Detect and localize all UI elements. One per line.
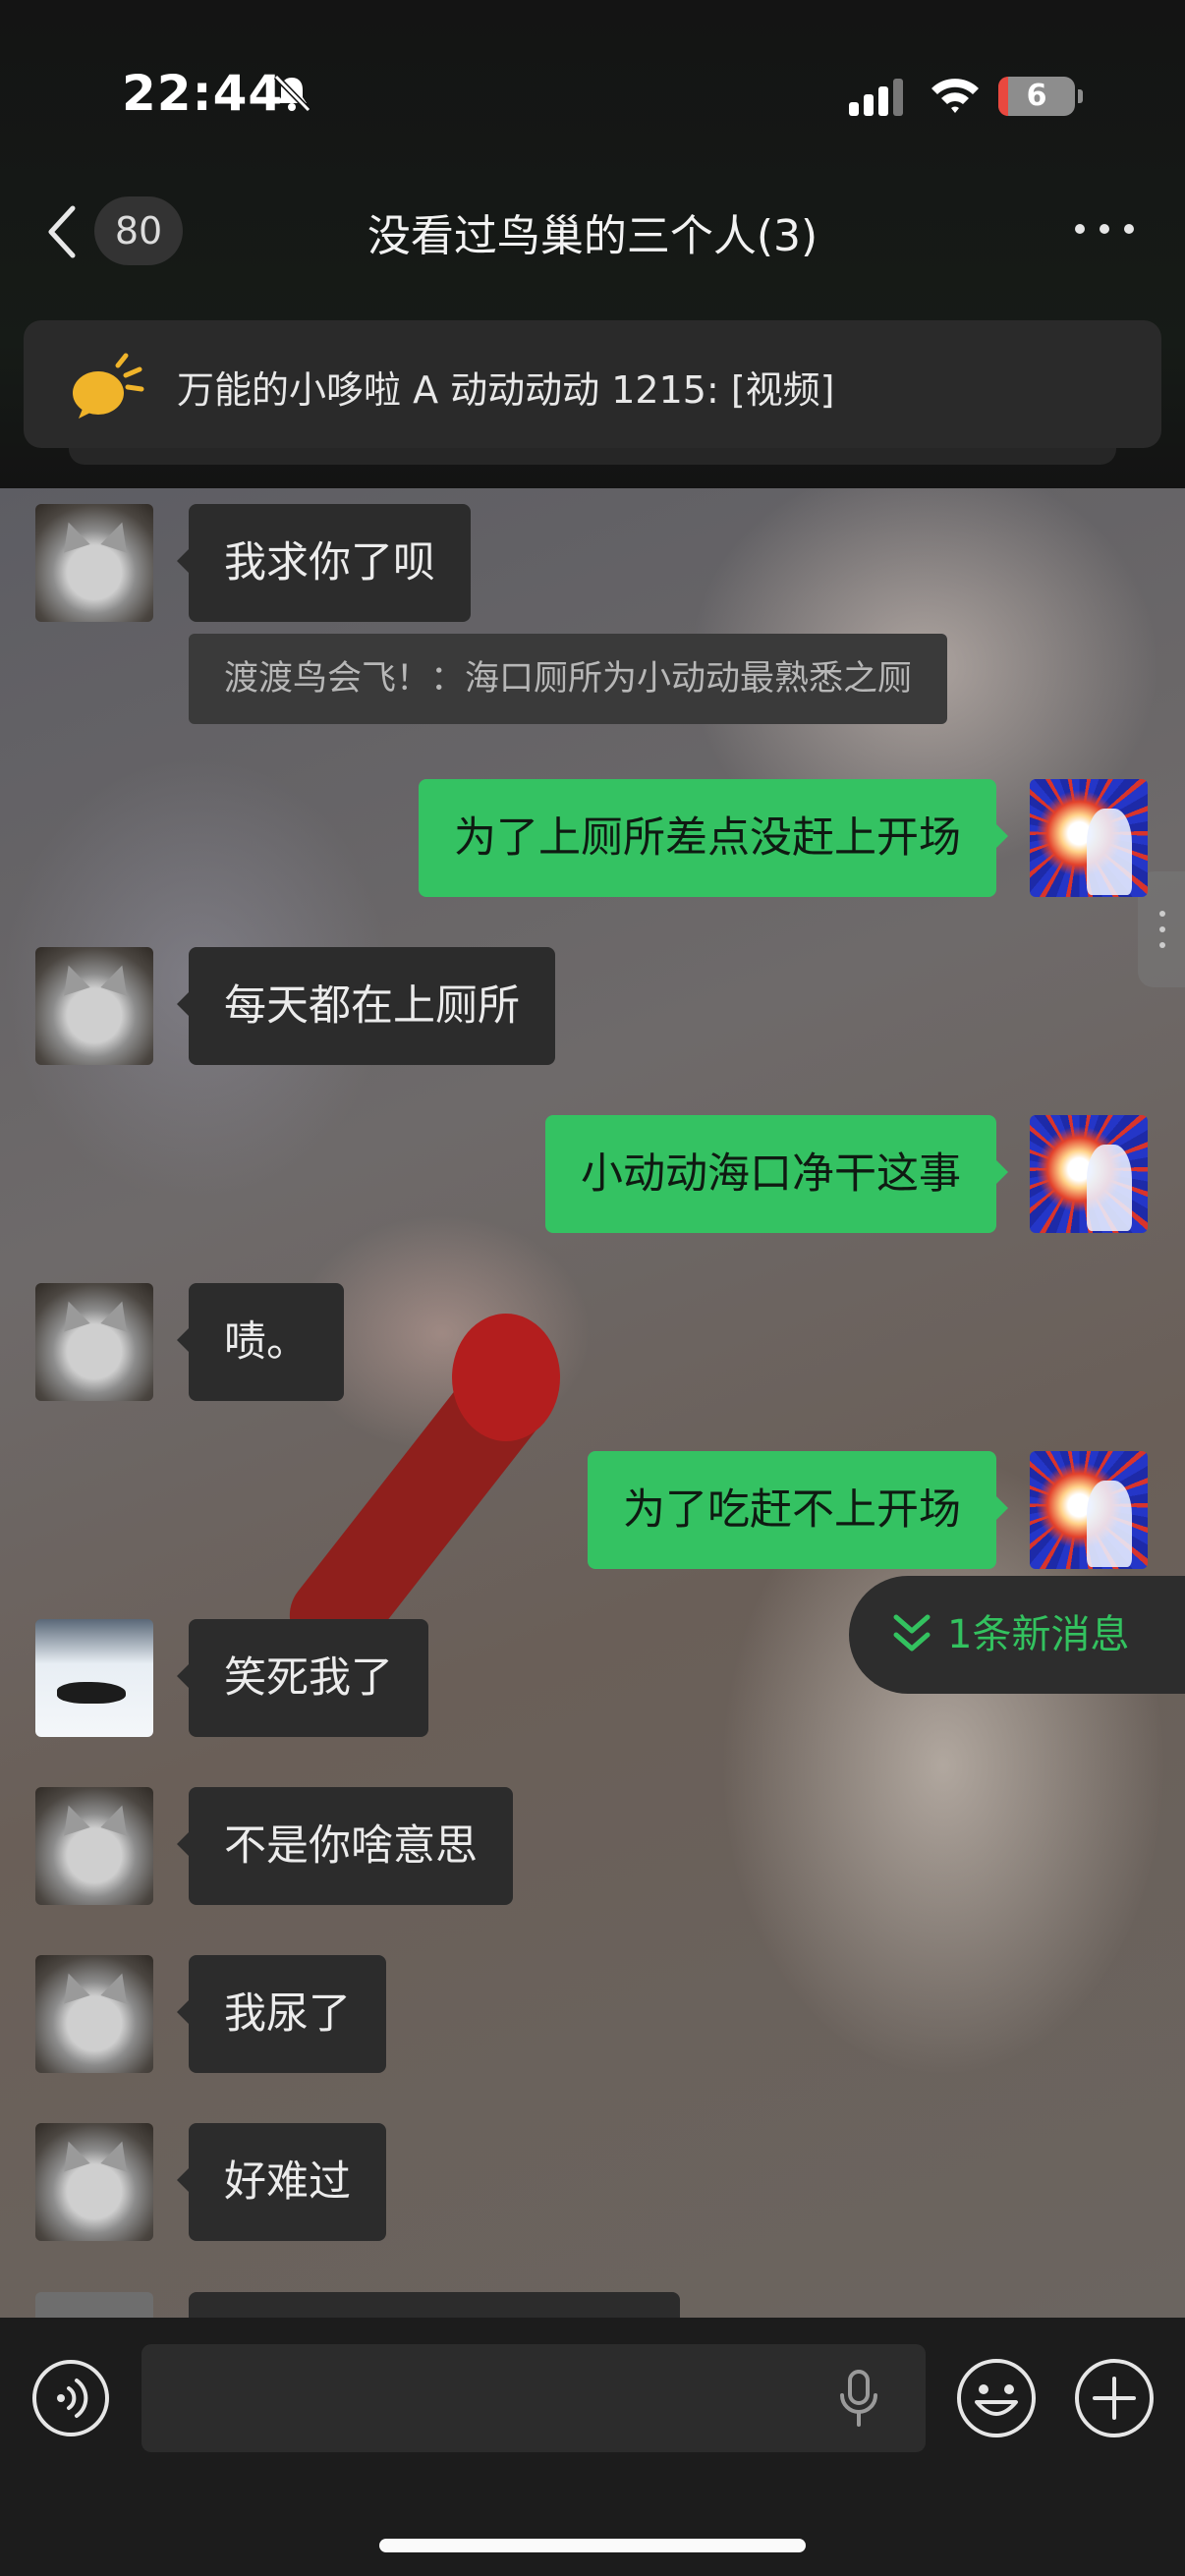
- chat-title: 没看过鸟巢的三个人(3): [367, 211, 818, 261]
- incoming-message-bubble[interactable]: 不是你啥意思: [177, 1787, 513, 1905]
- more-dots-icon[interactable]: [1075, 218, 1134, 242]
- cat-avatar[interactable]: [35, 2292, 153, 2318]
- outgoing-message-bubble[interactable]: 为了上厕所差点没赶上开场: [419, 779, 1008, 897]
- new-messages-label: 1条新消息: [947, 1612, 1130, 1657]
- new-messages-button[interactable]: 1条新消息: [849, 1576, 1185, 1694]
- battery-cap: [1078, 89, 1083, 103]
- self-avatar[interactable]: [1030, 779, 1148, 897]
- wifi-icon: [931, 79, 979, 113]
- status-bar: 22:44 6: [0, 0, 1185, 187]
- double-chevron-down-icon: [893, 1614, 931, 1652]
- incoming-message-bubble[interactable]: 每天都在上厕所: [177, 947, 555, 1065]
- bell-off-icon: [273, 74, 311, 113]
- incoming-message-bubble[interactable]: 我尿了: [177, 1955, 386, 2073]
- cellular-signal-icon: [849, 79, 903, 116]
- battery-icon: 6: [998, 77, 1075, 116]
- cat-in-snow-avatar[interactable]: [35, 1619, 153, 1737]
- message-input[interactable]: [141, 2344, 926, 2452]
- cat-avatar[interactable]: [35, 947, 153, 1065]
- outgoing-message-bubble[interactable]: 为了吃赶不上开场: [588, 1451, 1008, 1569]
- quoted-reply[interactable]: 渡渡鸟会飞！：海口厕所为小动动最熟悉之厕: [189, 634, 948, 724]
- incoming-message-bubble[interactable]: 好难过: [177, 2123, 386, 2241]
- cat-avatar[interactable]: [35, 1283, 153, 1401]
- plus-icon[interactable]: [1073, 2357, 1156, 2439]
- unread-count-badge[interactable]: 80: [94, 196, 183, 265]
- incoming-message-bubble[interactable]: 我求你了呗: [177, 504, 471, 622]
- wallpaper-microphone-head: [452, 1314, 560, 1441]
- incoming-message-bubble[interactable]: 啧。: [177, 1283, 344, 1401]
- cat-avatar[interactable]: [35, 504, 153, 622]
- home-indicator[interactable]: [379, 2539, 806, 2552]
- incoming-message-bubble[interactable]: 笑死我了: [177, 1619, 428, 1737]
- pinned-message-text: 万能的小哆啦 A 动动动动 1215: [视频]: [177, 368, 835, 412]
- cat-avatar[interactable]: [35, 1955, 153, 2073]
- emoji-icon[interactable]: [955, 2357, 1038, 2439]
- voice-icon[interactable]: [31, 2359, 110, 2437]
- outgoing-message-bubble[interactable]: 小动动海口净干这事: [545, 1115, 1008, 1233]
- battery-level: 6: [1026, 79, 1047, 113]
- chevron-left-icon[interactable]: [43, 202, 85, 261]
- cat-avatar[interactable]: [35, 2123, 153, 2241]
- self-avatar[interactable]: [1030, 1451, 1148, 1569]
- microphone-icon[interactable]: [837, 2370, 880, 2429]
- status-time: 22:44: [122, 65, 284, 122]
- incoming-message-bubble[interactable]: [189, 2292, 680, 2318]
- cat-avatar[interactable]: [35, 1787, 153, 1905]
- speaker-announcement-icon: [73, 353, 144, 419]
- chat-message-list[interactable]: 我求你了呗 渡渡鸟会飞！：海口厕所为小动动最熟悉之厕 为了上厕所差点没赶上开场 …: [0, 488, 1185, 2318]
- pinned-stack-shadow: [69, 447, 1116, 465]
- self-avatar[interactable]: [1030, 1115, 1148, 1233]
